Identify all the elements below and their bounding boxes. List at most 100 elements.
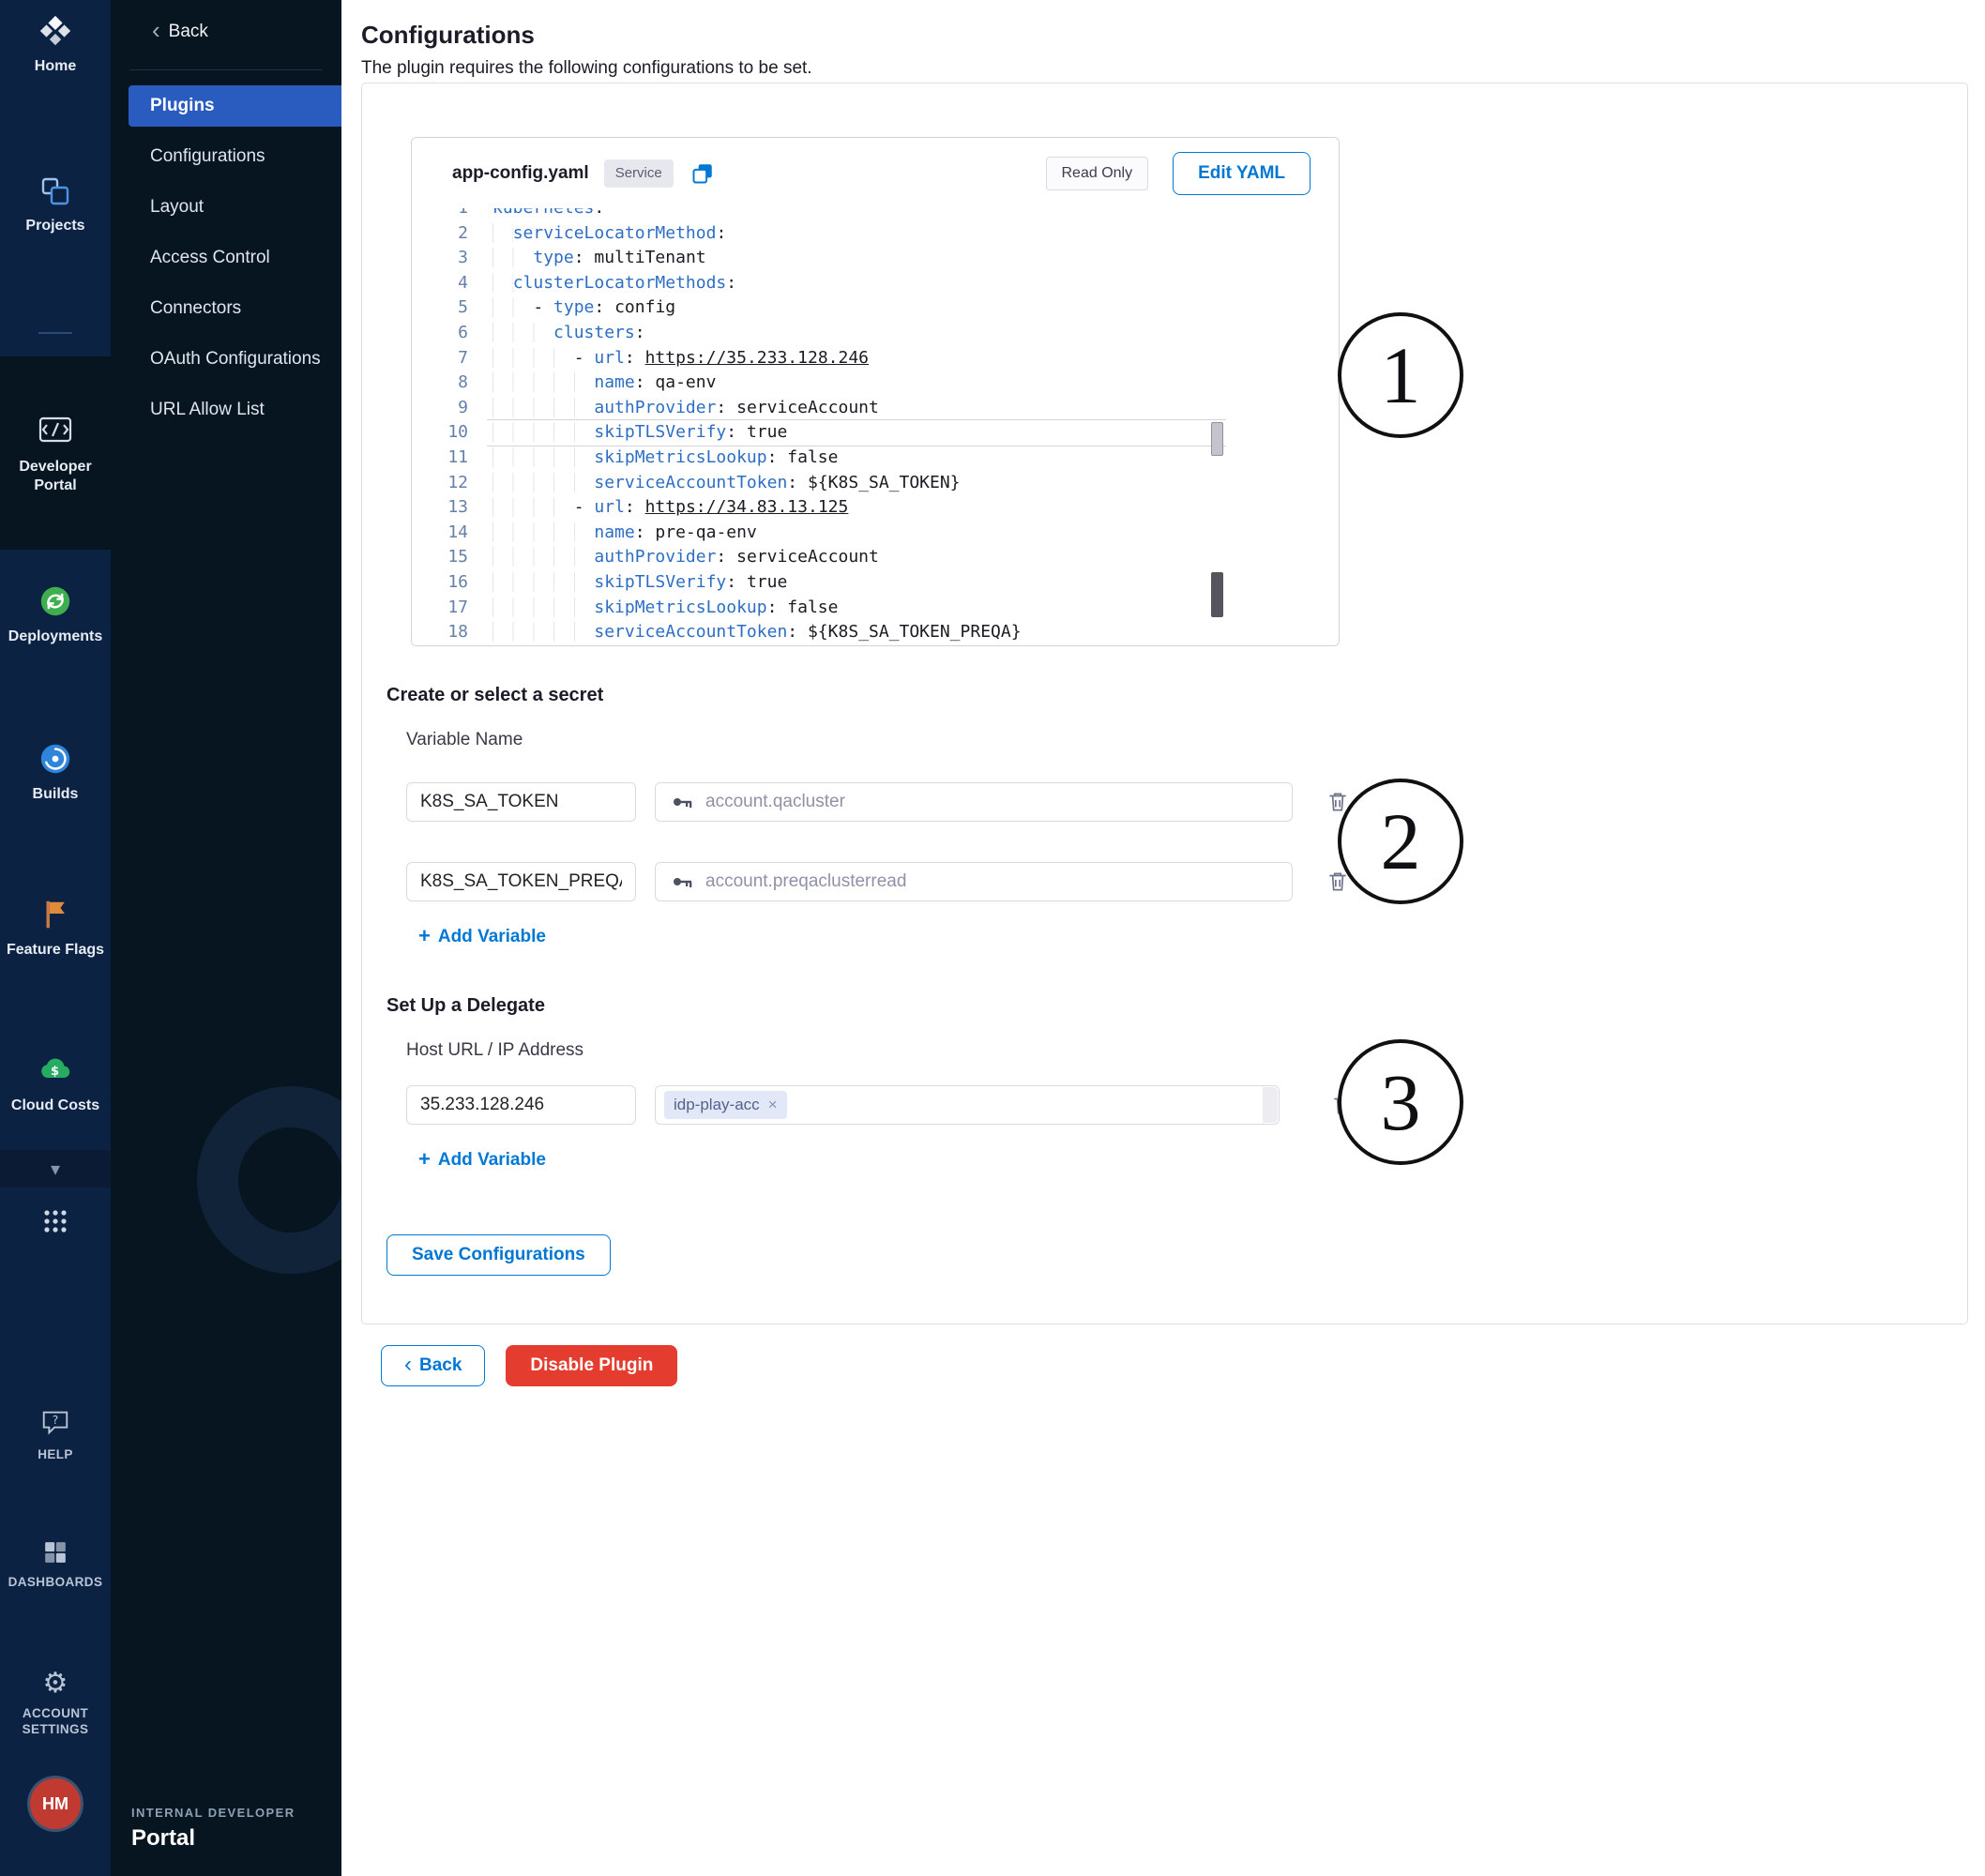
sidebar-item-builds[interactable]: Builds	[0, 741, 111, 804]
main-content: Configurations The plugin requires the f…	[341, 0, 1985, 1876]
remove-tag-icon[interactable]: ×	[768, 1096, 778, 1114]
add-variable-link[interactable]: + Add Variable	[418, 927, 546, 947]
host-column-label: Host URL / IP Address	[406, 1039, 1967, 1061]
sidebar-item-account-settings[interactable]: ⚙ ACCOUNT SETTINGS	[0, 1670, 111, 1738]
sidebar-item-developer-portal[interactable]: Developer Portal	[0, 356, 111, 550]
copy-icon[interactable]	[690, 161, 715, 186]
sidebar-item-layout[interactable]: Layout	[111, 182, 341, 233]
sidebar-item-dashboards[interactable]: DASHBOARDS	[0, 1538, 111, 1591]
svg-text:?: ?	[53, 1414, 59, 1427]
chevron-left-icon: ‹	[152, 18, 160, 42]
code-line[interactable]: 11 skipMetricsLookup: false	[412, 446, 1226, 471]
add-variable-link[interactable]: + Add Variable	[418, 1150, 546, 1171]
delegate-heading: Set Up a Delegate	[386, 994, 1967, 1017]
secret-select[interactable]: account.preqaclusterread	[655, 862, 1293, 901]
harness-home-icon	[38, 13, 73, 49]
disable-plugin-button[interactable]: Disable Plugin	[506, 1345, 677, 1386]
code-line[interactable]: 9 authProvider: serviceAccount	[412, 396, 1226, 421]
code-line[interactable]: 14 name: pre-qa-env	[412, 521, 1226, 546]
code-line[interactable]: 13 - url: https://34.83.13.125	[412, 495, 1226, 521]
secret-select[interactable]: account.qacluster	[655, 782, 1293, 822]
line-number: 18	[412, 620, 487, 645]
sidebar-item-home[interactable]: Home	[0, 13, 111, 76]
key-icon	[671, 791, 693, 813]
user-avatar[interactable]: HM	[30, 1778, 81, 1829]
chevron-left-icon: ‹	[404, 1354, 412, 1376]
sidebar-item-url-allow-list[interactable]: URL Allow List	[111, 385, 341, 435]
code-line-content: serviceAccountToken: ${K8S_SA_TOKEN}	[487, 471, 1226, 496]
key-icon	[671, 870, 693, 893]
host-url-input[interactable]	[406, 1085, 636, 1125]
page-title: Configurations	[361, 21, 1968, 49]
chevron-down-icon: ▾	[51, 1157, 60, 1181]
nav-label: Deployments	[6, 628, 105, 646]
edit-yaml-button[interactable]: Edit YAML	[1173, 152, 1311, 195]
scrollbar-thumb[interactable]	[1211, 422, 1223, 456]
back-button[interactable]: ‹ Back	[381, 1345, 485, 1386]
sidebar-item-projects[interactable]: Projects	[0, 174, 111, 235]
line-number: 4	[412, 271, 487, 296]
menu-label: Connectors	[150, 298, 241, 319]
sidebar-item-help[interactable]: ? HELP	[0, 1407, 111, 1463]
code-line[interactable]: 17 skipMetricsLookup: false	[412, 596, 1226, 621]
code-line[interactable]: 4 clusterLocatorMethods:	[412, 271, 1226, 296]
sidebar-item-plugins[interactable]: Plugins	[129, 85, 341, 127]
sidebar-item-configurations[interactable]: Configurations	[111, 131, 341, 182]
code-line[interactable]: 12 serviceAccountToken: ${K8S_SA_TOKEN}	[412, 471, 1226, 496]
sidebar-item-access-control[interactable]: Access Control	[111, 233, 341, 283]
secret-row: account.qacluster	[406, 782, 1967, 822]
annotation-circle-3: 3	[1338, 1039, 1463, 1165]
line-number: 8	[412, 371, 487, 396]
code-line[interactable]: 16 skipTLSVerify: true	[412, 570, 1226, 596]
code-line[interactable]: 5 - type: config	[412, 295, 1226, 321]
line-number: 3	[412, 246, 487, 271]
code-line[interactable]: 6 clusters:	[412, 321, 1226, 346]
code-line[interactable]: 8 name: qa-env	[412, 371, 1226, 396]
sidebar-item-oauth-configurations[interactable]: OAuth Configurations	[111, 334, 341, 385]
code-line-content: skipTLSVerify: true	[487, 570, 1226, 596]
builds-icon	[38, 741, 73, 777]
code-line[interactable]: 18 serviceAccountToken: ${K8S_SA_TOKEN_P…	[412, 620, 1226, 645]
delegate-tags-field[interactable]: idp-play-acc ×	[655, 1085, 1280, 1125]
nav-label: ACCOUNT SETTINGS	[0, 1706, 111, 1738]
code-line-content: clusterLocatorMethods:	[487, 271, 1226, 296]
code-line-content: skipMetricsLookup: false	[487, 446, 1226, 471]
annotation-number: 3	[1381, 1055, 1421, 1149]
nav-label: Feature Flags	[4, 941, 107, 960]
variable-name-input[interactable]	[406, 862, 636, 901]
code-lines: 1kubernetes:2 serviceLocatorMethod:3 typ…	[412, 208, 1226, 645]
line-number: 5	[412, 295, 487, 321]
code-line[interactable]: 7 - url: https://35.233.128.246	[412, 346, 1226, 371]
sidebar-item-deployments[interactable]: Deployments	[0, 583, 111, 646]
nav-label: Projects	[23, 217, 87, 235]
code-line-content: authProvider: serviceAccount	[487, 545, 1226, 570]
line-number: 10	[412, 420, 487, 446]
svg-text:$: $	[51, 1065, 59, 1079]
code-line-content: name: qa-env	[487, 371, 1226, 396]
code-line[interactable]: 15 authProvider: serviceAccount	[412, 545, 1226, 570]
back-button-label: Back	[419, 1355, 462, 1376]
sidebar-item-connectors[interactable]: Connectors	[111, 283, 341, 334]
back-link[interactable]: ‹ Back	[152, 21, 208, 42]
page-subtitle: The plugin requires the following config…	[361, 57, 1968, 79]
back-label: Back	[169, 22, 208, 42]
code-line[interactable]: 3 type: multiTenant	[412, 246, 1226, 271]
scrollbar-thumb[interactable]	[1211, 572, 1223, 617]
variable-name-input[interactable]	[406, 782, 636, 822]
annotation-number: 2	[1381, 794, 1421, 888]
yaml-editor[interactable]: 1kubernetes:2 serviceLocatorMethod:3 typ…	[412, 208, 1226, 645]
sidebar-item-feature-flags[interactable]: Feature Flags	[0, 897, 111, 960]
save-configurations-button[interactable]: Save Configurations	[386, 1234, 611, 1276]
nav-collapse-strip[interactable]: ▾	[0, 1150, 111, 1188]
sidebar-item-modules[interactable]	[0, 1208, 111, 1234]
sidebar-item-cloud-costs[interactable]: $ Cloud Costs	[0, 1051, 111, 1115]
menu-label: Plugins	[150, 96, 215, 116]
code-line[interactable]: 10 skipTLSVerify: true	[412, 420, 1226, 446]
line-number: 11	[412, 446, 487, 471]
file-name: app-config.yaml	[452, 163, 589, 184]
nav-label: Cloud Costs	[8, 1097, 102, 1115]
config-panel: app-config.yaml Service Read Only Edit Y…	[361, 83, 1968, 1324]
code-line[interactable]: 2 serviceLocatorMethod:	[412, 221, 1226, 247]
tag-chip: idp-play-acc ×	[664, 1091, 787, 1119]
code-line[interactable]: 1kubernetes:	[412, 208, 1226, 221]
